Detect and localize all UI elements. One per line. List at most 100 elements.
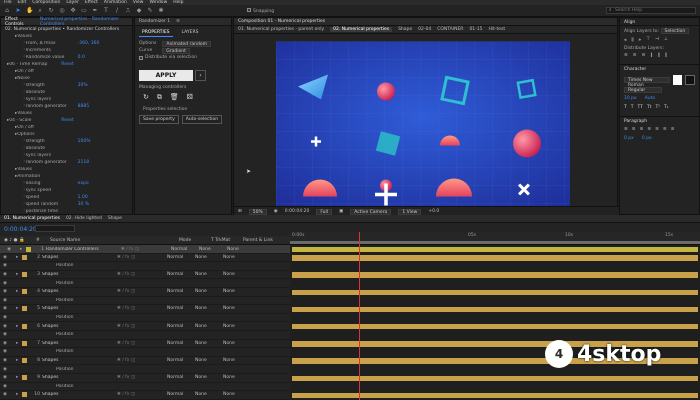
viewer-tab[interactable]: 02-04 — [418, 27, 431, 32]
align-text-center-icon[interactable]: ≡ — [632, 127, 636, 132]
label-color-swatch[interactable] — [26, 246, 31, 252]
subscript-icon[interactable]: T₁ — [664, 105, 669, 110]
effect-property-value[interactable]: 30% — [78, 83, 88, 88]
layer-name[interactable]: Shapes — [42, 358, 117, 363]
visibility-eye-icon[interactable]: ◉ — [0, 298, 16, 303]
blend-mode-select[interactable]: Normal — [167, 289, 195, 294]
parent-select[interactable]: None — [223, 358, 253, 363]
label-color-swatch[interactable] — [22, 281, 27, 286]
tab-layers[interactable]: LAYERS — [179, 29, 202, 37]
layer-row[interactable]: ◉ ▸ 6 Shapes ✱ / fx ◫ Normal None None — [0, 322, 290, 331]
layer-row[interactable]: ◉ ▸ 1 Randomizer Controllers ✱ / fx ◫ Normal N… — [0, 245, 290, 254]
label-color-swatch[interactable] — [22, 289, 27, 295]
layer-name[interactable]: Shapes — [42, 289, 117, 294]
label-color-swatch[interactable] — [22, 367, 27, 372]
effect-property-row[interactable]: ◦ speed random 30 % — [1, 201, 132, 208]
blend-mode-select[interactable]: Normal — [167, 324, 195, 329]
effect-property-row[interactable]: ▸ Values — [1, 33, 132, 40]
layer-duration-bar[interactable] — [292, 246, 698, 253]
effect-property-row[interactable]: ◦ speed 1.00 — [1, 194, 132, 201]
hand-tool-icon[interactable]: ✋ — [26, 7, 33, 14]
track-matte-select[interactable]: None — [195, 306, 223, 311]
visibility-eye-icon[interactable]: ◉ — [0, 384, 16, 389]
refresh-icon[interactable]: ↻ — [143, 93, 149, 102]
label-color-swatch[interactable] — [22, 332, 27, 337]
shape-tool-icon[interactable]: ▭ — [81, 7, 87, 14]
layer-property-row[interactable]: ◉ Position — [0, 279, 290, 288]
align-left-icon[interactable]: ⫷ — [624, 37, 627, 43]
layer-switches[interactable]: ✱ / fx ◫ — [117, 341, 167, 346]
type-tool-icon[interactable]: T — [103, 7, 109, 14]
effect-property-value[interactable]: 8885 — [78, 104, 89, 109]
layer-duration-bar[interactable] — [292, 255, 698, 261]
visibility-eye-icon[interactable]: ◉ — [0, 289, 16, 294]
layer-name[interactable]: Position — [42, 349, 117, 354]
effect-property-row[interactable]: ◦ absolute — [1, 89, 132, 96]
effect-property-value[interactable]: 1.00 — [78, 195, 88, 200]
layer-property-row[interactable]: ◉ Position — [0, 383, 290, 392]
stroke-color-swatch[interactable] — [685, 75, 696, 85]
font-size-value[interactable]: 10 px — [624, 96, 637, 101]
layer-row[interactable]: ◉ ▸ 5 Shapes ✱ / fx ◫ Normal None None — [0, 305, 290, 314]
property-track[interactable] — [292, 298, 698, 304]
layer-duration-bar[interactable] — [292, 289, 698, 296]
label-color-swatch[interactable] — [22, 298, 27, 303]
visibility-eye-icon[interactable]: ◉ — [0, 263, 16, 268]
parent-select[interactable]: None — [223, 306, 253, 311]
effect-property-value[interactable]: 0.0 — [78, 55, 85, 60]
brush-tool-icon[interactable]: / — [114, 7, 120, 14]
layer-name[interactable]: Position — [42, 384, 117, 389]
viewer-tab[interactable]: 01. Numerical properties - parent only — [238, 27, 324, 32]
visibility-eye-icon[interactable]: ◉ — [0, 367, 16, 372]
layer-switches[interactable]: ✱ / fx ◫ — [121, 247, 171, 252]
track-matte-select[interactable]: None — [195, 392, 223, 397]
small-caps-icon[interactable]: Tt — [647, 105, 652, 110]
label-color-swatch[interactable] — [22, 306, 27, 312]
tab-properties[interactable]: PROPERTIES — [139, 29, 173, 37]
indent-right-value[interactable]: 0 px — [642, 136, 652, 141]
timeline-search-input[interactable] — [35, 225, 75, 232]
layer-duration-bar[interactable] — [292, 375, 698, 382]
visibility-eye-icon[interactable]: ◉ — [0, 392, 16, 397]
roto-tool-icon[interactable]: ✎ — [147, 7, 153, 14]
effect-property-row[interactable]: ◦ random generator 2118 — [1, 159, 132, 166]
effect-property-row[interactable]: ◦ From, Δ fmax -360, 360 — [1, 40, 132, 47]
effect-property-value[interactable]: 2118 — [78, 160, 89, 165]
effect-property-row[interactable]: ◦ absolute — [1, 145, 132, 152]
timeline-track-area[interactable]: 0:00s 05s 10s 15s — [290, 232, 700, 400]
grid-toggle-icon[interactable]: ⊞ — [238, 209, 242, 214]
layer-duration-bar[interactable] — [292, 272, 698, 278]
effect-property-row[interactable]: ▸ Values — [1, 166, 132, 173]
layer-name[interactable]: Shapes — [42, 375, 117, 380]
track-matte-select[interactable]: None — [195, 255, 223, 260]
effect-property-row[interactable]: ▸ Values — [1, 110, 132, 117]
composition-title[interactable]: Composition 01 - Numerical properties — [238, 19, 325, 24]
copy-icon[interactable]: ⧉ — [157, 93, 162, 102]
align-top-icon[interactable]: ⊤ — [646, 37, 650, 43]
composition-canvas[interactable] — [276, 36, 570, 217]
faux-bold-icon[interactable]: T — [624, 105, 627, 110]
zoom-tool-icon[interactable]: ⌕ — [37, 7, 43, 14]
effect-property-row[interactable]: ◦ Increments — [1, 47, 132, 54]
dice-icon[interactable]: ⚄ — [187, 93, 193, 102]
effect-property-value[interactable]: 30 % — [78, 202, 89, 207]
property-track[interactable] — [292, 315, 698, 321]
visibility-eye-icon[interactable]: ◉ — [0, 341, 16, 346]
visibility-eye-icon[interactable]: ◉ — [0, 375, 16, 380]
align-right-icon[interactable]: ⫸ — [639, 37, 642, 43]
label-color-swatch[interactable] — [22, 375, 27, 381]
layer-name[interactable]: Position — [42, 263, 117, 268]
layer-name[interactable]: Shapes — [42, 306, 117, 311]
property-track[interactable] — [292, 280, 698, 287]
track-matte-select[interactable]: None — [195, 289, 223, 294]
indent-left-value[interactable]: 0 px — [624, 136, 634, 141]
layer-name[interactable]: Position — [42, 281, 117, 286]
visibility-eye-icon[interactable]: ◉ — [0, 358, 16, 363]
region-icon[interactable]: ▣ — [339, 209, 343, 214]
align-vcenter-icon[interactable]: ⊣ — [655, 37, 659, 43]
distribute-icon[interactable]: ∥ — [650, 53, 652, 58]
layer-switches[interactable]: ✱ / fx ◫ — [117, 289, 167, 294]
blend-mode-select[interactable]: Normal — [167, 341, 195, 346]
layer-name[interactable]: Shapes — [42, 341, 117, 346]
blend-mode-select[interactable]: Normal — [167, 255, 195, 260]
